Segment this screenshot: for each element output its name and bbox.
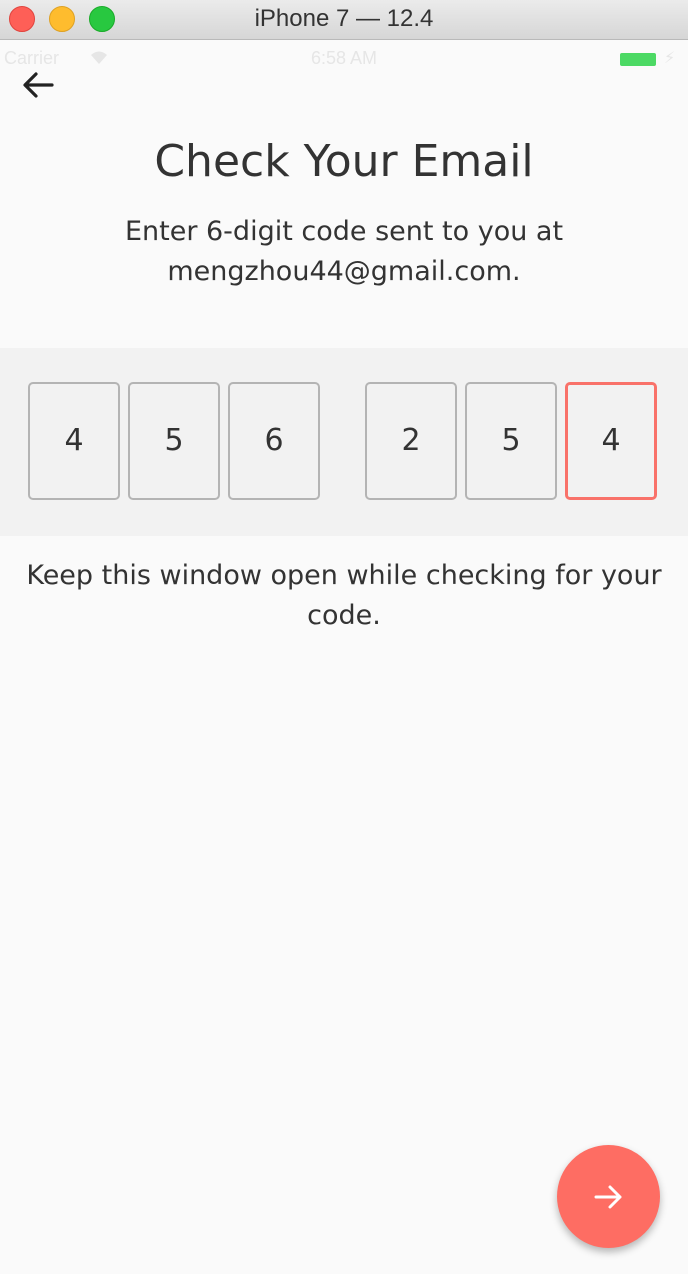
hint-text: Keep this window open while checking for… <box>26 560 662 631</box>
page-title: Check Your Email <box>154 136 534 187</box>
code-digit-6[interactable]: 4 <box>565 382 657 500</box>
code-digit-1[interactable]: 4 <box>28 382 120 500</box>
instruction-text: Enter 6-digit code sent to you at mengzh… <box>124 216 564 287</box>
charging-icon: ⚡ <box>664 48 676 67</box>
title-bar: iPhone 7 — 12.4 <box>0 0 688 40</box>
battery-icon <box>620 53 656 66</box>
status-time: 6:58 AM <box>310 48 378 68</box>
code-entry-area: 4 5 6 2 5 4 <box>0 348 688 536</box>
code-digit-2[interactable]: 5 <box>128 382 220 500</box>
arrow-right-icon <box>594 1185 621 1208</box>
code-digit-4[interactable]: 2 <box>365 382 457 500</box>
status-bar: Carrier 6:58 AM ⚡ <box>0 40 688 78</box>
submit-button[interactable] <box>557 1145 660 1248</box>
code-digit-5[interactable]: 5 <box>465 382 557 500</box>
window-title: iPhone 7 — 12.4 <box>254 5 434 32</box>
code-digit-3[interactable]: 6 <box>228 382 320 500</box>
arrow-left-icon <box>23 72 54 98</box>
simulator-window: iPhone 7 — 12.4 Carrier 6:58 AM ⚡ Check … <box>0 0 688 1274</box>
back-button[interactable] <box>18 64 62 108</box>
